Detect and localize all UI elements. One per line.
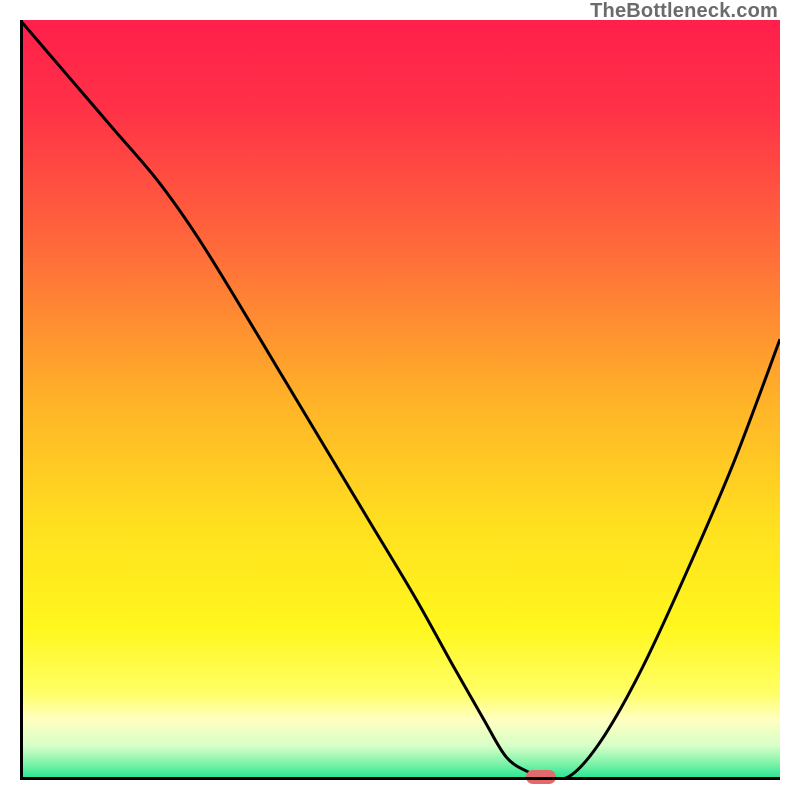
- chart-container: TheBottleneck.com: [0, 0, 800, 800]
- bottleneck-curve: [20, 20, 780, 780]
- plot-area: [20, 20, 780, 780]
- optimum-marker: [526, 770, 556, 784]
- curve-overlay: [20, 20, 780, 780]
